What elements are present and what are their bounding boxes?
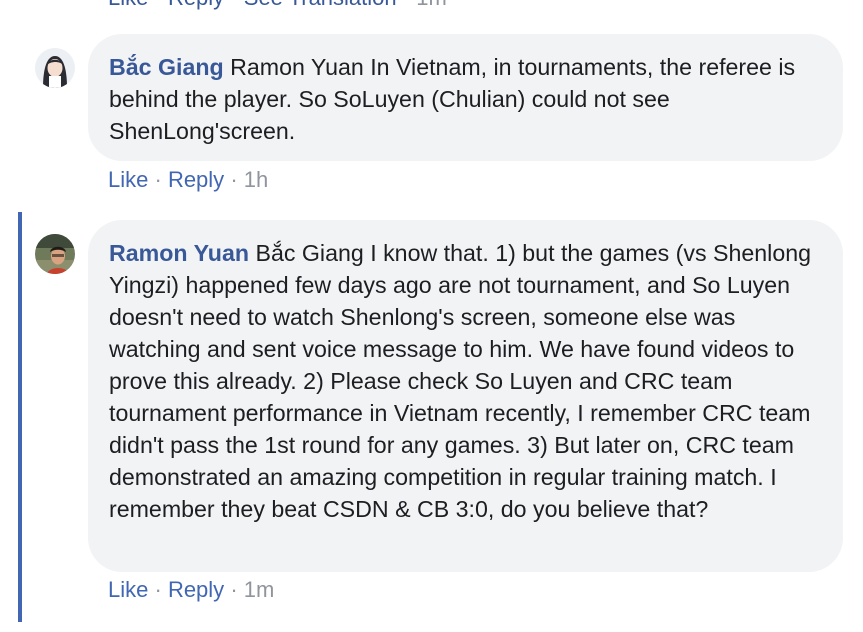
separator-dot: ·	[230, 577, 244, 602]
like-link[interactable]: Like	[108, 577, 148, 602]
avatar-image	[35, 234, 75, 274]
separator-dot: ·	[154, 577, 168, 602]
comment-bubble: Ramon Yuan Bắc Giang I know that. 1) but…	[88, 220, 843, 572]
comment-author[interactable]: Ramon Yuan	[109, 240, 249, 266]
reply-link[interactable]: Reply	[168, 577, 224, 602]
timestamp[interactable]: 1m	[244, 577, 275, 602]
comment-actions: Like · Reply · 1m	[108, 577, 274, 603]
avatar[interactable]	[35, 234, 75, 274]
comment-text: Bắc Giang I know that. 1) but the games …	[109, 240, 812, 522]
comment-ramon-yuan: Ramon Yuan Bắc Giang I know that. 1) but…	[0, 0, 863, 632]
